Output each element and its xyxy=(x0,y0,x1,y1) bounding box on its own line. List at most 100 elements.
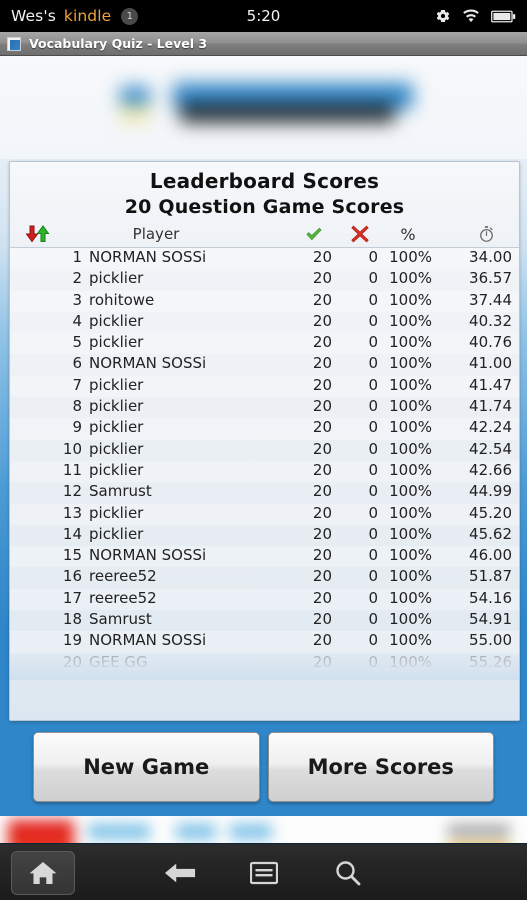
notification-badge[interactable]: 1 xyxy=(121,7,139,25)
cell-time: 41.47 xyxy=(469,375,512,394)
table-row[interactable]: 17 reeree52 20 0 100% 54.16 xyxy=(10,588,519,611)
cell-wrong: 0 xyxy=(368,524,378,543)
cell-correct: 20 xyxy=(312,439,332,458)
back-arrow-icon[interactable] xyxy=(158,851,202,895)
table-row[interactable]: 1 NORMAN SOSSi 20 0 100% 34.00 xyxy=(10,248,519,270)
leaderboard-rows[interactable]: 1 NORMAN SOSSi 20 0 100% 34.00 2 picklier 20 0 100… xyxy=(10,248,519,680)
column-header-row: Player % xyxy=(10,222,519,248)
cell-wrong: 0 xyxy=(368,311,378,330)
column-header-percent[interactable]: % xyxy=(384,225,432,244)
cell-percent: 100% xyxy=(389,311,432,330)
app-title-bar: Vocabulary Quiz - Level 3 xyxy=(0,32,527,56)
cell-time: 54.16 xyxy=(469,588,512,607)
cell-time: 51.87 xyxy=(469,567,512,586)
cell-wrong: 0 xyxy=(368,333,378,352)
cell-player: picklier xyxy=(89,460,144,479)
table-row[interactable]: 13 picklier 20 0 100% 45.20 xyxy=(10,503,519,525)
table-row[interactable]: 19 NORMAN SOSSi 20 0 100% 55.00 xyxy=(10,631,519,653)
cell-wrong: 0 xyxy=(368,588,378,607)
cell-percent: 100% xyxy=(389,652,432,671)
cell-correct: 20 xyxy=(312,610,332,629)
cell-time: 40.32 xyxy=(469,311,512,330)
table-row[interactable]: 11 picklier 20 0 100% 42.66 xyxy=(10,460,519,483)
cell-rank: 18 xyxy=(62,610,82,629)
cell-player: picklier xyxy=(89,333,144,352)
cell-wrong: 0 xyxy=(368,418,378,437)
cell-player: picklier xyxy=(89,269,144,288)
cell-percent: 100% xyxy=(389,290,432,309)
table-row[interactable]: 14 picklier 20 0 100% 45.62 xyxy=(10,524,519,547)
cell-percent: 100% xyxy=(389,333,432,352)
cell-player: reeree52 xyxy=(89,588,157,607)
device-screen: Wes's kindle 1 5:20 Vocabulary Quiz - Le… xyxy=(0,0,527,900)
table-row[interactable]: 18 Samrust 20 0 100% 54.91 xyxy=(10,610,519,632)
cell-wrong: 0 xyxy=(368,567,378,586)
cell-percent: 100% xyxy=(389,588,432,607)
cell-time: 55.00 xyxy=(469,631,512,650)
more-scores-button[interactable]: More Scores xyxy=(267,732,494,802)
battery-icon[interactable] xyxy=(491,10,516,23)
cell-correct: 20 xyxy=(312,503,332,522)
cell-time: 37.44 xyxy=(469,290,512,309)
cell-wrong: 0 xyxy=(368,546,378,565)
table-row[interactable]: 6 NORMAN SOSSi 20 0 100% 41.00 xyxy=(10,354,519,376)
cell-player: reeree52 xyxy=(89,567,157,586)
cell-time: 42.66 xyxy=(469,460,512,479)
red-cross-icon[interactable] xyxy=(342,225,378,247)
cell-percent: 100% xyxy=(389,248,432,266)
cell-rank: 5 xyxy=(72,333,82,352)
cell-percent: 100% xyxy=(389,546,432,565)
green-check-icon[interactable] xyxy=(296,226,332,246)
column-header-player[interactable]: Player xyxy=(10,225,302,243)
table-row[interactable]: 9 picklier 20 0 100% 42.24 xyxy=(10,418,519,440)
table-row[interactable]: 3 rohitowe 20 0 100% 37.44 xyxy=(10,290,519,312)
cell-percent: 100% xyxy=(389,460,432,479)
table-row[interactable]: 5 picklier 20 0 100% 40.76 xyxy=(10,333,519,355)
table-row[interactable]: 12 Samrust 20 0 100% 44.99 xyxy=(10,482,519,504)
search-icon[interactable] xyxy=(326,851,370,895)
cell-percent: 100% xyxy=(389,482,432,501)
table-row[interactable]: 16 reeree52 20 0 100% 51.87 xyxy=(10,567,519,589)
table-row[interactable]: 7 picklier 20 0 100% 41.47 xyxy=(10,375,519,398)
cell-percent: 100% xyxy=(389,354,432,373)
cell-correct: 20 xyxy=(312,418,332,437)
menu-icon[interactable] xyxy=(242,851,286,895)
table-row[interactable]: 8 picklier 20 0 100% 41.74 xyxy=(10,397,519,419)
stopwatch-icon[interactable] xyxy=(462,225,510,247)
cell-rank: 17 xyxy=(62,588,82,607)
cell-rank: 13 xyxy=(62,503,82,522)
table-row[interactable]: 15 NORMAN SOSSi 20 0 100% 46.00 xyxy=(10,546,519,568)
table-row[interactable]: 4 picklier 20 0 100% 40.32 xyxy=(10,311,519,334)
cell-rank: 10 xyxy=(62,439,82,458)
status-bar-owner: Wes's kindle 1 xyxy=(11,7,139,25)
cell-time: 45.20 xyxy=(469,503,512,522)
cell-player: GEE GG xyxy=(89,652,148,671)
cell-correct: 20 xyxy=(312,524,332,543)
cell-percent: 100% xyxy=(389,567,432,586)
cell-correct: 20 xyxy=(312,588,332,607)
cell-player: NORMAN SOSSi xyxy=(89,354,207,373)
gear-icon[interactable] xyxy=(435,8,451,24)
leaderboard-panel: Leaderboard Scores 20 Question Game Scor… xyxy=(9,161,520,721)
new-game-button[interactable]: New Game xyxy=(33,732,260,802)
blurred-logo xyxy=(118,81,418,133)
cell-player: NORMAN SOSSi xyxy=(89,546,207,565)
wifi-icon[interactable] xyxy=(462,9,480,23)
cell-rank: 20 xyxy=(62,652,82,671)
cell-wrong: 0 xyxy=(368,375,378,394)
leaderboard-header: Leaderboard Scores 20 Question Game Scor… xyxy=(10,162,519,248)
cell-correct: 20 xyxy=(312,311,332,330)
table-row[interactable]: 2 picklier 20 0 100% 36.57 xyxy=(10,269,519,291)
cell-correct: 20 xyxy=(312,248,332,266)
cell-rank: 8 xyxy=(72,397,82,416)
cell-player: picklier xyxy=(89,397,144,416)
cell-time: 40.76 xyxy=(469,333,512,352)
cell-correct: 20 xyxy=(312,397,332,416)
cell-wrong: 0 xyxy=(368,248,378,266)
table-row[interactable]: 10 picklier 20 0 100% 42.54 xyxy=(10,439,519,461)
table-row[interactable]: 20 GEE GG 20 0 100% 55.26 xyxy=(10,653,519,674)
cell-rank: 16 xyxy=(62,567,82,586)
home-icon[interactable] xyxy=(11,851,75,895)
cell-wrong: 0 xyxy=(368,290,378,309)
cell-time: 45.62 xyxy=(469,524,512,543)
